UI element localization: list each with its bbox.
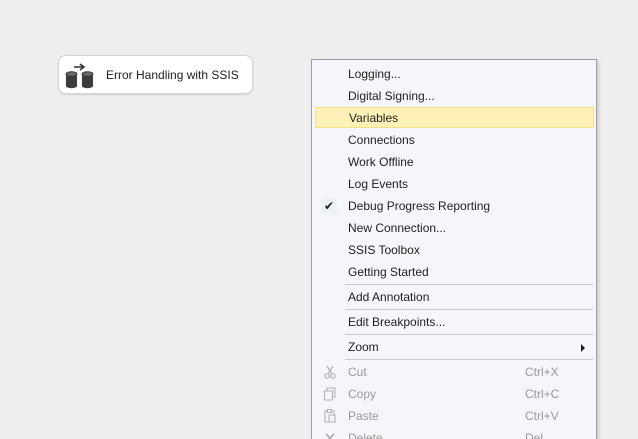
menu-item-label: Getting Started [348, 265, 429, 279]
scissors-icon [323, 365, 337, 379]
menu-item-label: Log Events [348, 177, 409, 191]
menu-separator [345, 359, 593, 360]
menu-item-shortcut: Ctrl+V [525, 409, 559, 423]
menu-item-debug-progress-reporting[interactable]: ✔ Debug Progress Reporting [315, 196, 594, 217]
delete-icon [323, 431, 337, 439]
menu-item-copy[interactable]: Copy Ctrl+C [315, 384, 594, 405]
copy-icon [323, 387, 337, 401]
menu-separator [345, 309, 593, 310]
menu-item-cut[interactable]: Cut Ctrl+X [315, 362, 594, 383]
menu-item-digital-signing[interactable]: Digital Signing... [315, 86, 594, 107]
menu-item-edit-breakpoints[interactable]: Edit Breakpoints... [315, 312, 594, 333]
menu-item-getting-started[interactable]: Getting Started [315, 262, 594, 283]
menu-item-label: New Connection... [348, 221, 447, 235]
menu-item-variables[interactable]: Variables [315, 107, 594, 128]
menu-item-zoom[interactable]: Zoom [315, 337, 594, 358]
menu-item-label: Logging... [348, 67, 401, 81]
menu-item-work-offline[interactable]: Work Offline [315, 152, 594, 173]
menu-item-shortcut: Ctrl+C [525, 387, 560, 401]
paste-icon [323, 409, 337, 423]
menu-item-label: Paste [348, 409, 379, 423]
menu-item-label: Debug Progress Reporting [348, 199, 491, 213]
menu-item-ssis-toolbox[interactable]: SSIS Toolbox [315, 240, 594, 261]
menu-item-label: Add Annotation [348, 290, 430, 304]
menu-item-shortcut: Ctrl+X [525, 365, 559, 379]
task-label: Error Handling with SSIS [106, 68, 239, 82]
designer-surface[interactable]: Error Handling with SSIS Logging... Digi… [0, 0, 638, 439]
menu-item-new-connection[interactable]: New Connection... [315, 218, 594, 239]
menu-item-label: Edit Breakpoints... [348, 315, 446, 329]
menu-item-label: Cut [348, 365, 367, 379]
menu-item-label: Variables [349, 111, 399, 125]
menu-item-log-events[interactable]: Log Events [315, 174, 594, 195]
checkmark-icon: ✔ [321, 198, 337, 214]
menu-item-label: SSIS Toolbox [348, 243, 420, 257]
data-flow-task-icon [65, 63, 95, 89]
menu-item-delete[interactable]: Delete Del [315, 428, 594, 439]
menu-item-label: Connections [348, 133, 415, 147]
task-node-error-handling[interactable]: Error Handling with SSIS [58, 55, 253, 94]
menu-item-connections[interactable]: Connections [315, 130, 594, 151]
submenu-arrow-icon [581, 344, 585, 352]
menu-separator [345, 334, 593, 335]
menu-separator [345, 284, 593, 285]
context-menu: Logging... Digital Signing... Variables … [311, 59, 597, 439]
menu-item-label: Copy [348, 387, 377, 401]
menu-item-label: Digital Signing... [348, 89, 435, 103]
menu-item-paste[interactable]: Paste Ctrl+V [315, 406, 594, 427]
menu-item-shortcut: Del [525, 431, 544, 439]
menu-item-add-annotation[interactable]: Add Annotation [315, 287, 594, 308]
menu-item-logging[interactable]: Logging... [315, 64, 594, 85]
menu-item-label: Zoom [348, 340, 379, 354]
menu-item-label: Delete [348, 431, 383, 439]
menu-item-label: Work Offline [348, 155, 414, 169]
